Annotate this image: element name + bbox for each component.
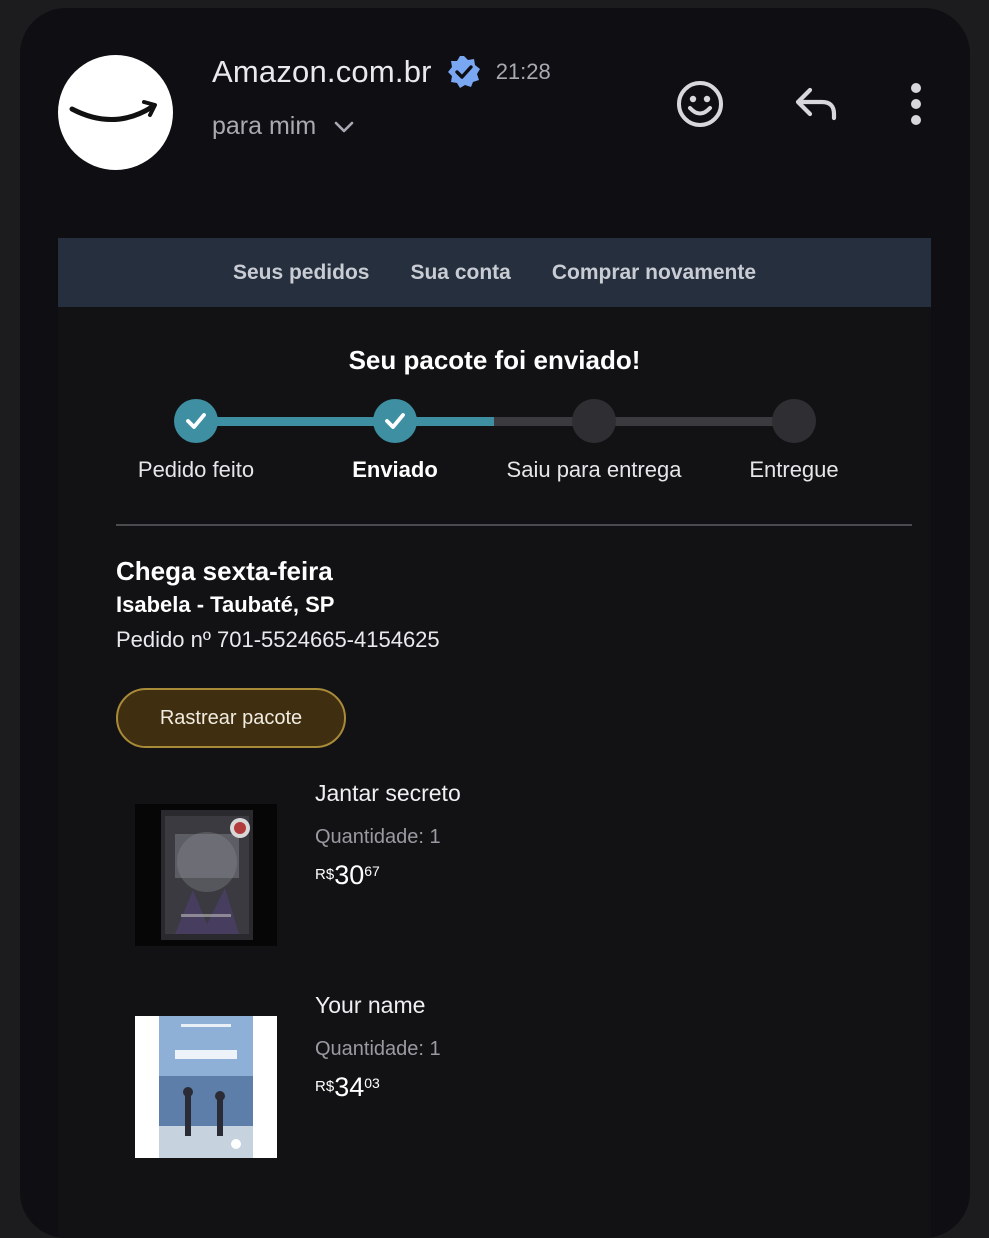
step-order-placed: Pedido feito	[96, 393, 296, 483]
sender-row: Amazon.com.br 21:28	[212, 52, 551, 92]
nav-link-orders[interactable]: Seus pedidos	[233, 261, 370, 285]
check-icon	[186, 413, 206, 429]
recipient-details-toggle[interactable]: para mim	[212, 108, 356, 144]
order-item: Jantar secreto Quantidade: 1 R$ 30 67	[58, 778, 931, 968]
recipient-label: para mim	[212, 111, 317, 140]
item-price: R$ 30 67	[315, 860, 380, 891]
track-package-button[interactable]: Rastrear pacote	[116, 688, 346, 748]
emoji-icon	[677, 81, 723, 127]
nav-link-buy-again[interactable]: Comprar novamente	[552, 261, 756, 285]
book-cover-your-name[interactable]	[135, 1016, 277, 1158]
step-out-for-delivery: Saiu para entrega	[494, 393, 694, 483]
item-title[interactable]: Jantar secreto	[315, 780, 461, 807]
shipment-progress-tracker: Pedido feito Enviado Saiu para entrega E…	[58, 393, 931, 503]
shipping-address: Isabela - Taubaté, SP	[116, 592, 335, 617]
sender-avatar[interactable]	[58, 55, 173, 170]
shipment-headline: Seu pacote foi enviado!	[348, 345, 641, 375]
check-icon	[385, 413, 405, 429]
step-label: Entregue	[749, 457, 839, 482]
reply-icon	[795, 87, 837, 121]
email-view: Amazon.com.br 21:28 para mim Seus pedido…	[20, 8, 970, 1238]
divider	[116, 524, 912, 526]
amazon-nav-bar: Seus pedidos Sua conta Comprar novamente	[58, 238, 931, 307]
step-dot-done	[174, 399, 218, 443]
more-options-button[interactable]	[888, 76, 944, 132]
amazon-smile-logo-icon	[69, 100, 157, 122]
email-time: 21:28	[495, 59, 551, 84]
chevron-down-icon	[334, 121, 354, 133]
step-shipped: Enviado	[295, 393, 495, 483]
step-dot-done	[373, 399, 417, 443]
step-dot-pending	[772, 399, 816, 443]
price-currency: R$	[315, 866, 335, 883]
price-cents: 03	[364, 1075, 380, 1091]
price-whole: 34	[334, 1072, 365, 1102]
book-cover-jantar-secreto[interactable]	[135, 804, 277, 946]
item-quantity: Quantidade: 1	[315, 826, 441, 848]
price-whole: 30	[334, 860, 365, 890]
step-label-current: Enviado	[352, 457, 438, 482]
step-dot-pending	[572, 399, 616, 443]
sender-name: Amazon.com.br	[212, 54, 432, 89]
more-vert-icon	[911, 83, 921, 125]
reply-button[interactable]	[788, 76, 844, 132]
item-price: R$ 34 03	[315, 1072, 380, 1103]
nav-link-account[interactable]: Sua conta	[410, 261, 510, 285]
item-title[interactable]: Your name	[315, 992, 425, 1019]
email-content: Seus pedidos Sua conta Comprar novamente…	[58, 238, 931, 1238]
arrival-estimate: Chega sexta-feira	[116, 556, 333, 586]
order-item: Your name Quantidade: 1 R$ 34 03	[58, 990, 931, 1180]
step-delivered: Entregue	[694, 393, 894, 483]
price-currency: R$	[315, 1078, 335, 1095]
step-label: Pedido feito	[137, 457, 255, 482]
order-number: Pedido nº 701-5524665-4154625	[116, 627, 440, 652]
verified-icon	[447, 56, 480, 88]
add-reaction-button[interactable]	[672, 76, 728, 132]
price-cents: 67	[364, 863, 380, 879]
item-quantity: Quantidade: 1	[315, 1038, 441, 1060]
step-label: Saiu para entrega	[506, 457, 682, 482]
